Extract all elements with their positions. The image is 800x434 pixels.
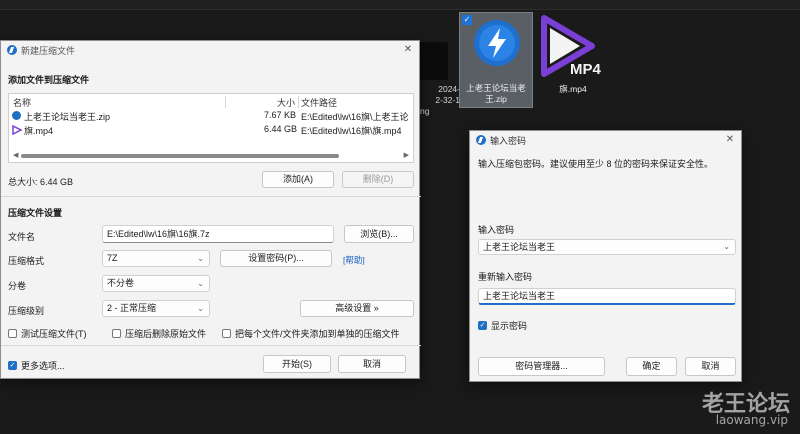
separate-archive-label: 把每个文件/文件夹添加到单独的压缩文件	[235, 329, 400, 339]
delete-after-checkbox[interactable]: 压缩后删除原始文件	[112, 327, 206, 340]
delete-after-label: 压缩后删除原始文件	[125, 329, 207, 339]
scroll-left-icon[interactable]: ◀	[13, 151, 18, 159]
test-archive-label: 测试压缩文件(T)	[21, 329, 87, 339]
file-name: 旗.mp4	[24, 126, 54, 136]
split-label: 分卷	[8, 281, 27, 291]
password-description: 输入压缩包密码。建议使用至少 8 位的密码来保证安全性。	[478, 159, 714, 169]
file-list[interactable]: 名称 大小 文件路径 上老王论坛当老王.zip 7.67 KB E:\Edite…	[8, 93, 414, 163]
browse-button[interactable]: 浏览(B)...	[344, 225, 414, 243]
format-select[interactable]: 7Z ⌄	[102, 250, 210, 267]
enter-password-label: 输入密码	[478, 225, 515, 235]
file-size: 7.67 KB	[264, 110, 297, 120]
checkbox-box[interactable]	[222, 329, 231, 338]
show-password-label: 显示密码	[491, 321, 528, 331]
remove-button[interactable]: 删除(D)	[342, 171, 414, 188]
video-file-icon	[12, 125, 22, 135]
filename-label: 文件名	[8, 232, 36, 242]
zip-label-line2: 王.zip	[485, 94, 507, 104]
test-archive-checkbox[interactable]: 测试压缩文件(T)	[8, 327, 87, 340]
file-path: E:\Edited\lw\16旗\上老王论	[301, 112, 409, 122]
desktop-partial-label: 2024- 2-32-1 ng	[420, 84, 460, 116]
help-link[interactable]: [帮助]	[343, 254, 365, 266]
more-options-checkbox[interactable]: ✓ 更多选项...	[8, 359, 65, 372]
settings-section-title: 压缩文件设置	[8, 208, 63, 218]
desktop-item-mp4[interactable]: MP4 旗.mp4	[536, 12, 610, 108]
selected-check-icon[interactable]: ✓	[462, 15, 472, 25]
chevron-down-icon: ⌄	[723, 242, 730, 251]
check-icon[interactable]: ✓	[478, 321, 487, 330]
section-divider	[1, 196, 421, 197]
close-icon[interactable]: ✕	[723, 133, 737, 147]
ok-button[interactable]: 确定	[626, 357, 677, 376]
level-value: 2 - 正常压缩	[107, 303, 157, 313]
cancel-button[interactable]: 取消	[338, 355, 406, 373]
password-manager-button[interactable]: 密码管理器...	[478, 357, 605, 376]
col-divider	[298, 96, 299, 108]
show-password-checkbox[interactable]: ✓ 显示密码	[478, 319, 527, 332]
bandizip-small-icon	[476, 135, 486, 145]
chevron-down-icon: ⌄	[197, 254, 204, 263]
password-window: 输入密码 ✕ 输入压缩包密码。建议使用至少 8 位的密码来保证安全性。 输入密码…	[469, 130, 742, 382]
file-row[interactable]: 旗.mp4 6.44 GB E:\Edited\lw\16旗\旗.mp4	[9, 124, 413, 137]
col-name[interactable]: 名称	[13, 96, 31, 109]
mp4-label: 旗.mp4	[559, 84, 587, 94]
chevron-down-icon: ⌄	[197, 304, 204, 313]
scroll-thumb[interactable]	[21, 154, 339, 158]
format-value: 7Z	[107, 253, 118, 263]
close-icon[interactable]: ✕	[401, 43, 415, 57]
split-select[interactable]: 不分卷 ⌄	[102, 275, 210, 292]
add-section-title: 添加文件到压缩文件	[8, 75, 90, 85]
separate-archive-checkbox[interactable]: 把每个文件/文件夹添加到单独的压缩文件	[222, 327, 400, 340]
col-path[interactable]: 文件路径	[301, 96, 337, 109]
scroll-right-icon[interactable]: ▶	[404, 151, 409, 159]
zip-label-line1: 上老王论坛当老	[466, 83, 526, 93]
level-label: 压缩级别	[8, 306, 45, 316]
chevron-down-icon: ⌄	[197, 279, 204, 288]
video-thumbnail[interactable]	[420, 42, 448, 80]
start-button[interactable]: 开始(S)	[263, 355, 331, 373]
reenter-password-field[interactable]: 上老王论坛当老王	[478, 288, 736, 305]
top-bar	[0, 0, 800, 10]
advanced-button[interactable]: 高级设置 »	[300, 300, 414, 317]
file-name: 上老王论坛当老王.zip	[24, 112, 111, 122]
reenter-password-label: 重新输入密码	[478, 272, 533, 282]
more-options-label: 更多选项...	[21, 361, 65, 371]
checkbox-box[interactable]	[112, 329, 121, 338]
checkbox-box[interactable]	[8, 329, 17, 338]
enter-password-field[interactable]: 上老王论坛当老王 ⌄	[478, 239, 736, 255]
file-row[interactable]: 上老王论坛当老王.zip 7.67 KB E:\Edited\lw\16旗\上老…	[9, 110, 413, 123]
archive-title: 新建压缩文件	[21, 45, 76, 56]
set-password-button[interactable]: 设置密码(P)...	[220, 250, 332, 267]
section-divider	[1, 345, 421, 346]
watermark-url: laowang.vip	[715, 413, 788, 427]
zip-file-icon	[12, 111, 21, 120]
password-title: 输入密码	[490, 135, 527, 146]
bandizip-icon	[474, 20, 520, 66]
enter-password-value: 上老王论坛当老王	[483, 242, 556, 252]
check-icon[interactable]: ✓	[8, 361, 17, 370]
add-button[interactable]: 添加(A)	[262, 171, 334, 188]
archive-titlebar[interactable]: 新建压缩文件	[1, 41, 419, 59]
filename-input[interactable]: E:\Edited\lw\16旗\16旗.7z	[102, 225, 334, 243]
horizontal-scrollbar[interactable]: ◀ ▶	[13, 152, 409, 159]
mp4-badge: MP4	[570, 61, 601, 78]
format-label: 压缩格式	[8, 256, 45, 266]
password-titlebar[interactable]: 输入密码	[470, 131, 741, 149]
desktop-item-zip[interactable]: ✓ 上老王论坛当老 王.zip	[459, 12, 533, 108]
total-size: 总大小: 6.44 GB	[8, 177, 74, 187]
level-select[interactable]: 2 - 正常压缩 ⌄	[102, 300, 210, 317]
col-divider	[225, 96, 226, 108]
file-size: 6.44 GB	[264, 124, 298, 134]
file-path: E:\Edited\lw\16旗\旗.mp4	[301, 126, 402, 136]
col-size[interactable]: 大小	[277, 96, 295, 109]
archive-window: 新建压缩文件 ✕ 添加文件到压缩文件 名称 大小 文件路径 上老王论坛当老王.z…	[0, 40, 421, 379]
password-cancel-button[interactable]: 取消	[685, 357, 736, 376]
split-value: 不分卷	[107, 278, 135, 288]
bandizip-small-icon	[7, 45, 17, 55]
